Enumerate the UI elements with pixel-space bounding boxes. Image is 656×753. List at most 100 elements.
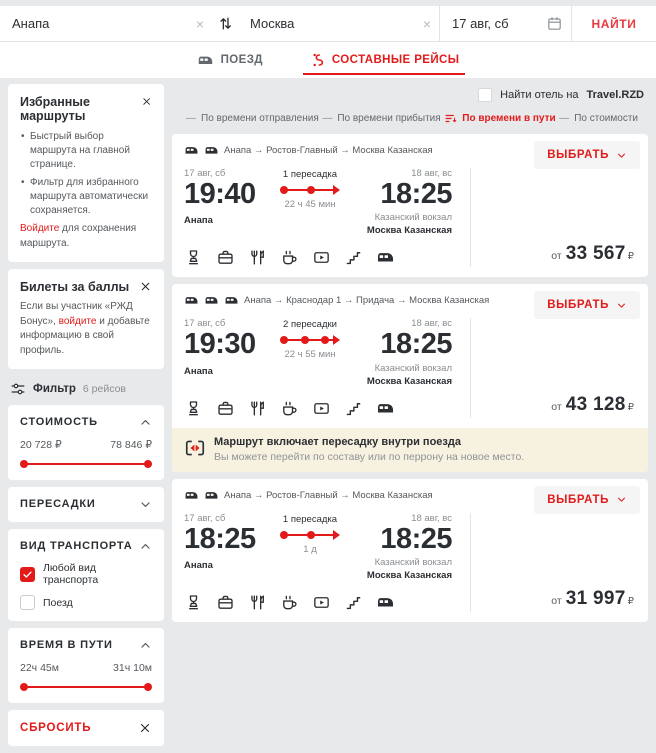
clear-destination-icon[interactable]: × (417, 16, 431, 32)
filter-count: 6 рейсов (82, 383, 126, 395)
reset-filters-section: СБРОСИТЬ (8, 710, 164, 746)
amenities-row (184, 248, 458, 267)
chevron-up-icon[interactable] (139, 416, 152, 429)
travel-time-title: ВРЕМЯ В ПУТИ (20, 639, 113, 651)
stairs-icon[interactable] (344, 593, 363, 612)
chevron-up-icon[interactable] (139, 639, 152, 652)
clear-origin-icon[interactable]: × (190, 16, 204, 32)
transfers-filter-title: ПЕРЕСАДКИ (20, 498, 96, 510)
checkbox-checked-icon (20, 566, 35, 582)
train-icon (224, 293, 239, 308)
firm-train-trophy-icon[interactable] (184, 248, 203, 267)
tab-composite-routes[interactable]: СОСТАВНЫЕ РЕЙСЫ (302, 42, 465, 78)
select-button-label: ВЫБРАТЬ (547, 299, 609, 312)
departure-block: 17 авг, сб 19:30 Анапа (184, 318, 270, 376)
login-link[interactable]: войдите (59, 316, 97, 327)
baggage-icon[interactable] (216, 248, 235, 267)
video-icon[interactable] (312, 248, 331, 267)
baggage-icon[interactable] (216, 593, 235, 612)
video-icon[interactable] (312, 593, 331, 612)
origin-field[interactable]: Анапа × (0, 6, 212, 41)
video-icon[interactable] (312, 399, 331, 418)
travel-time-min-value: 22ч 45м (20, 662, 59, 674)
reset-close-icon[interactable] (138, 721, 152, 735)
departure-time: 19:30 (184, 328, 256, 361)
destination-field[interactable]: Москва × (238, 6, 440, 41)
price-range-slider[interactable] (20, 459, 152, 469)
train-icon (184, 293, 199, 308)
search-bar: Анапа × Москва × 17 авг, сб НАЙТИ (0, 6, 656, 42)
swap-direction-button[interactable] (212, 6, 238, 41)
sort-by-departure[interactable]: — По времени отправления (186, 113, 319, 124)
train-icon (184, 488, 199, 503)
transport-type-title: ВИД ТРАНСПОРТА (20, 540, 133, 552)
train-icon[interactable] (376, 399, 395, 418)
select-button-label: ВЫБРАТЬ (547, 149, 609, 161)
journey-timeline: 1 пересадка 1 д (270, 514, 350, 555)
find-button-label: НАЙТИ (591, 16, 637, 31)
price-column: от 33 567 ₽ (470, 168, 648, 268)
departure-time: 19:40 (184, 178, 256, 210)
price-slider-min-handle[interactable] (20, 460, 28, 468)
hotel-offer-text: Найти отель на (500, 89, 579, 101)
travel-time-range-slider[interactable] (20, 682, 152, 692)
train-icon[interactable] (376, 248, 395, 267)
transfer-count: 2 пересадки (283, 319, 337, 331)
travel-time-max-value: 31ч 10м (113, 662, 152, 674)
train-icon (184, 143, 199, 158)
dining-car-icon[interactable] (248, 399, 267, 418)
baggage-icon[interactable] (216, 399, 235, 418)
travel-time-slider-max-handle[interactable] (144, 683, 152, 691)
hotel-checkbox[interactable] (478, 88, 493, 102)
date-field[interactable]: 17 авг, сб (440, 6, 572, 41)
checkbox-train-only-label: Поезд (43, 596, 73, 609)
select-button[interactable]: ВЫБРАТЬ (534, 141, 640, 169)
chevron-down-icon[interactable] (139, 498, 152, 511)
firm-train-trophy-icon[interactable] (184, 593, 203, 612)
tea-icon[interactable] (280, 248, 299, 267)
stairs-icon[interactable] (344, 248, 363, 267)
tea-icon[interactable] (280, 399, 299, 418)
checkbox-train-only[interactable]: Поезд (20, 595, 152, 610)
calendar-icon (546, 15, 563, 32)
price-prefix: от (551, 400, 562, 413)
stairs-icon[interactable] (344, 399, 363, 418)
close-favorites-icon[interactable] (141, 95, 152, 108)
price-slider-max-handle[interactable] (144, 460, 152, 468)
timeline-graphic (280, 185, 340, 195)
sort-by-duration[interactable]: По времени в пути (444, 112, 556, 125)
find-button[interactable]: НАЙТИ (572, 6, 656, 41)
composite-route-icon (309, 52, 325, 68)
route-stations: Анапа → Ростов-Главный → Москва Казанска… (224, 489, 433, 501)
arrival-time: 18:25 (380, 178, 452, 210)
train-icon (204, 293, 219, 308)
dining-car-icon[interactable] (248, 593, 267, 612)
price-block: от 43 128 ₽ (551, 394, 634, 416)
currency-symbol: ₽ (627, 401, 634, 413)
travel-rzd-link[interactable]: Travel.RZD (587, 89, 644, 101)
sort-by-arrival[interactable]: — По времени прибытия (322, 113, 440, 124)
filter-summary: Фильтр 6 рейсов (8, 376, 164, 405)
notice-text: Вы можете перейти по составу или по перр… (214, 450, 525, 463)
route-card: Анапа → Ростов-Главный → Москва Казанска… (172, 134, 648, 278)
select-button[interactable]: ВЫБРАТЬ (534, 291, 640, 320)
login-link[interactable]: Войдите (20, 223, 59, 234)
close-bonus-icon[interactable] (139, 280, 152, 293)
select-button[interactable]: ВЫБРАТЬ (534, 485, 640, 514)
favorites-panel: Избранные маршруты Быстрый выбор маршрут… (8, 84, 164, 262)
train-icon[interactable] (376, 593, 395, 612)
favorites-bullet: Быстрый выбор маршрута на главной страни… (20, 130, 152, 172)
train-icon (197, 52, 214, 69)
chevron-up-icon[interactable] (139, 540, 152, 553)
bonus-points-panel: Билеты за баллы Если вы участник «РЖД Бо… (8, 269, 164, 369)
firm-train-trophy-icon[interactable] (184, 399, 203, 418)
tab-train[interactable]: ПОЕЗД (195, 42, 265, 78)
checkbox-any-transport[interactable]: Любой вид транспорта (20, 562, 152, 586)
dining-car-icon[interactable] (248, 248, 267, 267)
travel-time-slider-min-handle[interactable] (20, 683, 28, 691)
results-area: Найти отель на Travel.RZD — По времени от… (172, 84, 648, 753)
sort-by-price[interactable]: — По стоимости (559, 113, 638, 124)
origin-value: Анапа (12, 16, 50, 31)
tea-icon[interactable] (280, 593, 299, 612)
reset-filters-button[interactable]: СБРОСИТЬ (20, 722, 91, 734)
